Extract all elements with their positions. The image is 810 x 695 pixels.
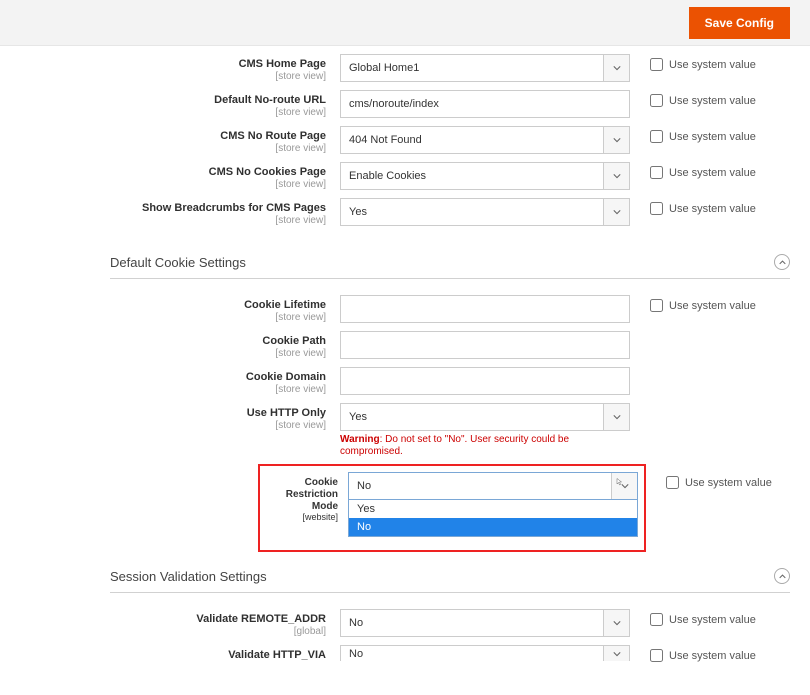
- row-cms-no-route-page: CMS No Route Page[store view] 404 Not Fo…: [20, 126, 790, 156]
- chevron-down-icon[interactable]: [603, 55, 629, 81]
- section-title: Default Cookie Settings: [110, 255, 246, 270]
- row-validate-http-via: Validate HTTP_VIA No Use system value: [20, 645, 790, 675]
- content: CMS Home Page[store view] Global Home1 U…: [0, 46, 810, 695]
- cookie-path-input[interactable]: [340, 331, 630, 359]
- validate-http-via-select[interactable]: No: [340, 645, 630, 661]
- use-system-checkbox[interactable]: [650, 130, 663, 143]
- label: Validate HTTP_VIA: [228, 649, 326, 661]
- use-system-label[interactable]: Use system value: [669, 59, 756, 71]
- select-value: No: [341, 648, 603, 660]
- row-validate-remote-addr: Validate REMOTE_ADDR[global] No Use syst…: [20, 609, 790, 639]
- row-cookie-path: Cookie Path[store view]: [20, 331, 790, 361]
- save-config-button[interactable]: Save Config: [689, 7, 790, 39]
- scope: [store view]: [20, 312, 326, 323]
- label: Validate REMOTE_ADDR: [196, 613, 326, 625]
- chevron-down-icon[interactable]: [603, 404, 629, 430]
- warning-text: Warning: Do not set to "No". User securi…: [340, 434, 630, 458]
- row-cms-no-cookies-page: CMS No Cookies Page[store view] Enable C…: [20, 162, 790, 192]
- select-value: Global Home1: [341, 62, 603, 74]
- use-http-only-select[interactable]: Yes: [340, 403, 630, 431]
- use-system-label[interactable]: Use system value: [669, 167, 756, 179]
- row-cms-home-page: CMS Home Page[store view] Global Home1 U…: [20, 54, 790, 84]
- section-header-cookie[interactable]: Default Cookie Settings: [110, 244, 790, 279]
- select-value: Yes: [341, 411, 603, 423]
- cursor-icon: [616, 478, 624, 486]
- cookie-restriction-dropdown: Yes No: [348, 499, 638, 537]
- cms-no-cookies-page-select[interactable]: Enable Cookies: [340, 162, 630, 190]
- row-no-route-url: Default No-route URL[store view] Use sys…: [20, 90, 790, 120]
- use-system-checkbox[interactable]: [650, 94, 663, 107]
- chevron-down-icon[interactable]: [611, 473, 637, 499]
- section-title: Session Validation Settings: [110, 569, 267, 584]
- label: CMS No Cookies Page: [209, 166, 326, 178]
- use-system-checkbox[interactable]: [650, 299, 663, 312]
- chevron-down-icon[interactable]: [603, 610, 629, 636]
- scope: [store view]: [20, 420, 326, 431]
- label: Default No-route URL: [214, 94, 326, 106]
- label: Cookie Domain: [246, 371, 326, 383]
- select-value: 404 Not Found: [341, 134, 603, 146]
- chevron-down-icon[interactable]: [603, 127, 629, 153]
- scope: [store view]: [20, 215, 326, 226]
- use-system-label[interactable]: Use system value: [685, 477, 772, 489]
- select-value: No: [349, 480, 611, 492]
- show-breadcrumbs-select[interactable]: Yes: [340, 198, 630, 226]
- row-cookie-domain: Cookie Domain[store view]: [20, 367, 790, 397]
- scope: [store view]: [20, 348, 326, 359]
- scope: [website]: [266, 512, 338, 522]
- row-use-http-only: Use HTTP Only[store view] Yes Warning: D…: [20, 403, 790, 458]
- validate-remote-addr-select[interactable]: No: [340, 609, 630, 637]
- label: Cookie Lifetime: [244, 299, 326, 311]
- collapse-icon[interactable]: [774, 254, 790, 270]
- section-header-session[interactable]: Session Validation Settings: [110, 558, 790, 593]
- scope: [store view]: [20, 107, 326, 118]
- select-value: No: [341, 617, 603, 629]
- use-system-checkbox[interactable]: [650, 649, 663, 662]
- label: CMS No Route Page: [220, 130, 326, 142]
- label: Cookie Path: [262, 335, 326, 347]
- no-route-url-input[interactable]: [340, 90, 630, 118]
- scope: [store view]: [20, 179, 326, 190]
- cookie-domain-input[interactable]: [340, 367, 630, 395]
- use-system-label[interactable]: Use system value: [669, 300, 756, 312]
- option-yes[interactable]: Yes: [349, 500, 637, 518]
- use-system-checkbox[interactable]: [650, 202, 663, 215]
- use-system-label[interactable]: Use system value: [669, 131, 756, 143]
- top-bar: Save Config: [0, 0, 810, 46]
- collapse-icon[interactable]: [774, 568, 790, 584]
- label: Cookie Restriction Mode: [286, 477, 338, 512]
- select-value: Yes: [341, 206, 603, 218]
- scope: [global]: [20, 626, 326, 637]
- use-system-label[interactable]: Use system value: [669, 650, 756, 662]
- use-system-checkbox[interactable]: [666, 476, 679, 489]
- scope: [store view]: [20, 143, 326, 154]
- use-system-label[interactable]: Use system value: [669, 203, 756, 215]
- cookie-restriction-select[interactable]: No: [348, 472, 638, 500]
- label: CMS Home Page: [239, 58, 326, 70]
- scope: [store view]: [20, 71, 326, 82]
- row-cookie-restriction: Cookie Restriction Mode [website] No Yes…: [20, 464, 790, 552]
- cms-no-route-page-select[interactable]: 404 Not Found: [340, 126, 630, 154]
- row-show-breadcrumbs: Show Breadcrumbs for CMS Pages[store vie…: [20, 198, 790, 228]
- use-system-label[interactable]: Use system value: [669, 95, 756, 107]
- highlight-box: Cookie Restriction Mode [website] No Yes…: [258, 464, 646, 552]
- select-value: Enable Cookies: [341, 170, 603, 182]
- use-system-checkbox[interactable]: [650, 613, 663, 626]
- chevron-down-icon[interactable]: [603, 199, 629, 225]
- option-no[interactable]: No: [349, 518, 637, 536]
- scope: [store view]: [20, 384, 326, 395]
- label: Use HTTP Only: [247, 407, 326, 419]
- cms-home-page-select[interactable]: Global Home1: [340, 54, 630, 82]
- use-system-checkbox[interactable]: [650, 58, 663, 71]
- use-system-checkbox[interactable]: [650, 166, 663, 179]
- cookie-lifetime-input[interactable]: [340, 295, 630, 323]
- chevron-down-icon[interactable]: [603, 646, 629, 661]
- chevron-down-icon[interactable]: [603, 163, 629, 189]
- label: Show Breadcrumbs for CMS Pages: [142, 202, 326, 214]
- row-cookie-lifetime: Cookie Lifetime[store view] Use system v…: [20, 295, 790, 325]
- use-system-label[interactable]: Use system value: [669, 614, 756, 626]
